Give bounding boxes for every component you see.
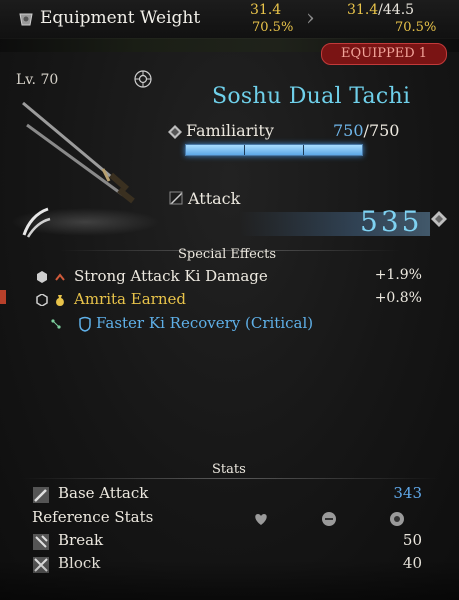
attack-value: 535 <box>360 205 423 238</box>
stat-row-break[interactable]: Break 50 <box>30 531 430 553</box>
effect-label: Strong Attack Ki Damage <box>74 267 268 285</box>
effect-side-marker <box>0 290 6 304</box>
effect-value: +0.8% <box>374 290 422 306</box>
attack-icon <box>33 487 49 503</box>
familiarity-bar <box>185 144 363 156</box>
gem-icon <box>431 211 447 227</box>
equipment-weight-label: Equipment Weight <box>40 8 201 28</box>
bottom-vignette <box>0 560 459 600</box>
hexagon-bullet-icon <box>37 271 47 283</box>
break-icon <box>33 534 49 550</box>
familiarity-label: Familiarity <box>186 121 274 140</box>
reference-stats-label: Reference Stats <box>32 508 154 526</box>
hexagon-bullet-icon <box>36 294 48 306</box>
familiarity-value: 750/750 <box>333 121 400 140</box>
special-effects-title: Special Effects <box>178 247 276 262</box>
spirit-stat-icon <box>390 512 404 526</box>
attack-label: Attack <box>188 189 241 208</box>
current-weight: 31.4 <box>250 2 282 18</box>
new-weight: 31.4/44.5 <box>347 2 415 18</box>
heart-stat-icon <box>255 514 267 525</box>
critical-effect-label: Faster Ki Recovery (Critical) <box>96 314 314 332</box>
effect-row[interactable]: Strong Attack Ki Damage +1.9% <box>30 267 430 289</box>
equipped-badge: EQUIPPED 1 <box>321 43 447 65</box>
chevron-up-icon <box>55 273 65 281</box>
stat-row-base-attack[interactable]: Base Attack 343 <box>30 484 430 506</box>
base-attack-value: 343 <box>393 484 422 502</box>
attack-icon <box>169 191 183 205</box>
shield-icon <box>79 316 91 332</box>
weapon-name: Soshu Dual Tachi <box>212 84 411 109</box>
weight-icon <box>19 13 33 26</box>
equipment-weight-bar: Equipment Weight 31.4 70.5% › 31.4/44.5 … <box>0 0 459 39</box>
effect-row[interactable]: Amrita Earned +0.8% <box>30 290 430 312</box>
section-divider <box>20 478 440 479</box>
break-label: Break <box>58 531 104 549</box>
stats-title: Stats <box>212 462 246 477</box>
dual-swords-type-icon <box>22 207 51 238</box>
familiarity-icon <box>168 125 182 139</box>
reference-stats-row[interactable]: Reference Stats <box>30 508 430 530</box>
familiarity-bar-divider <box>303 145 304 155</box>
effect-value: +1.9% <box>374 267 422 283</box>
current-weight-percent: 70.5% <box>252 20 294 35</box>
clan-crest-icon <box>134 70 152 88</box>
link-sparkle-icon <box>51 319 61 329</box>
chevron-right-icon: › <box>306 6 315 31</box>
base-attack-label: Base Attack <box>58 484 149 502</box>
dual-tachi-image <box>22 101 135 204</box>
familiarity-bar-divider <box>244 145 245 155</box>
amrita-pouch-icon <box>56 295 64 306</box>
new-weight-percent: 70.5% <box>395 20 437 35</box>
break-value: 50 <box>402 531 422 549</box>
strength-stat-icon <box>322 512 336 526</box>
familiarity-bar-fill <box>186 145 362 155</box>
effect-label: Amrita Earned <box>74 290 186 308</box>
weapon-level: Lv. 70 <box>16 72 59 88</box>
equipment-detail-panel: Equipment Weight 31.4 70.5% › 31.4/44.5 … <box>0 0 459 600</box>
